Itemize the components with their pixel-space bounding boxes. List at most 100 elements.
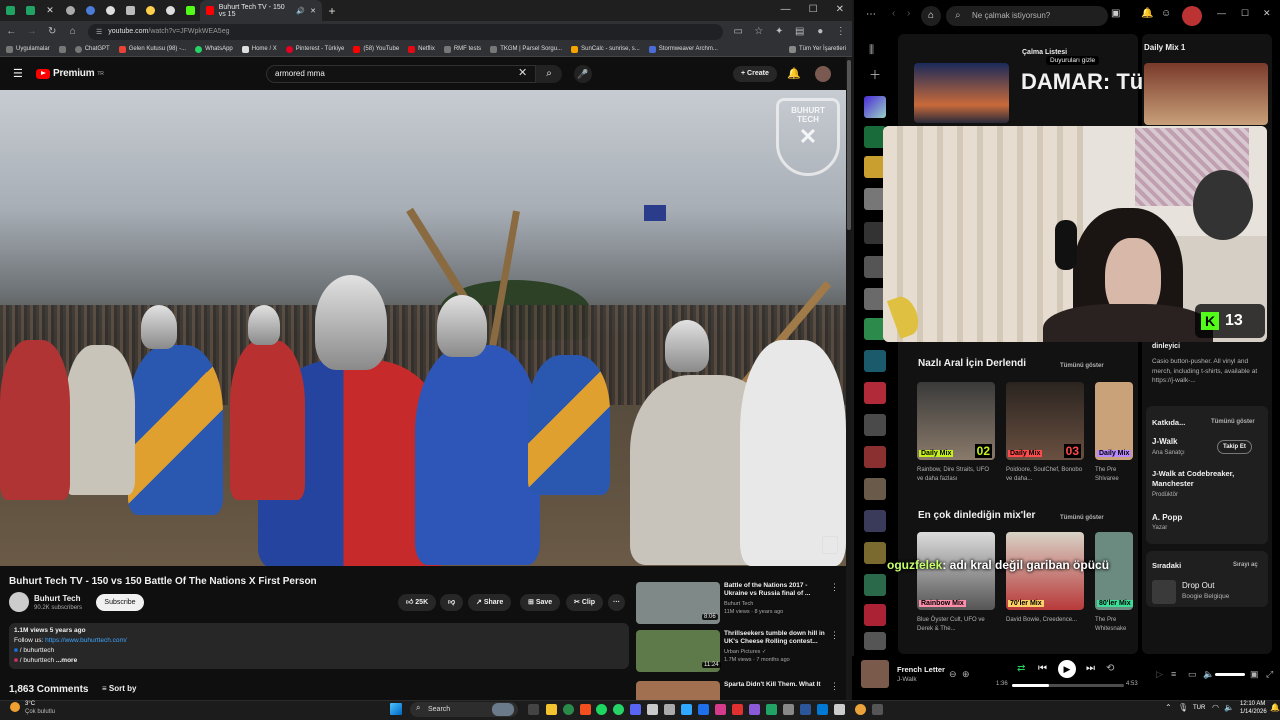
photoshop-icon[interactable] <box>681 704 692 715</box>
tab-5[interactable] <box>80 0 100 21</box>
library-item[interactable] <box>864 478 886 500</box>
bookmark-item[interactable]: Netflix <box>408 45 435 53</box>
tab-1[interactable] <box>0 0 20 21</box>
remove-icon[interactable]: ⊖ <box>949 669 957 680</box>
chrome-active-icon[interactable] <box>855 704 866 715</box>
all-bookmarks[interactable]: Tüm Yer İşaretleri <box>788 45 846 53</box>
liked-songs-icon[interactable] <box>864 96 886 118</box>
save-button[interactable]: ⊞ Save <box>520 594 561 611</box>
clip-button[interactable]: ✂ Clip <box>566 594 604 611</box>
wifi-icon[interactable]: ◠ <box>1212 703 1219 712</box>
friends-icon[interactable]: ☺ <box>1161 8 1171 19</box>
section-title[interactable]: En çok dinlediğin mix'ler <box>918 510 1035 521</box>
channel-avatar[interactable] <box>9 592 29 612</box>
shuffle-icon[interactable]: ⇄ <box>1017 663 1025 674</box>
forward-icon[interactable]: → <box>27 26 38 37</box>
office-icon[interactable] <box>580 704 591 715</box>
related-title[interactable]: Battle of the Nations 2017 - Ukraine vs … <box>724 582 826 598</box>
description-instagram[interactable]: ■ / buhurttech ...more <box>14 656 624 666</box>
website-link[interactable]: https://www.buhurttech.com/ <box>45 637 127 644</box>
progress-bar[interactable] <box>1012 684 1124 687</box>
related-title[interactable]: Sparta Didn't Kill Them. What It <box>724 681 826 689</box>
video-thumbnail[interactable] <box>636 681 720 700</box>
more-options-icon[interactable]: ⋮ <box>830 630 839 641</box>
profile-icon[interactable]: ● <box>815 26 826 37</box>
word-icon[interactable] <box>800 704 811 715</box>
library-item[interactable] <box>864 414 886 436</box>
play-button[interactable]: ▶ <box>1058 660 1076 678</box>
repeat-icon[interactable]: ⟲ <box>1106 663 1114 674</box>
library-item[interactable] <box>864 632 886 650</box>
bookmark-item[interactable]: Gelen Kutusu (98) -... <box>118 45 186 53</box>
now-playing-artist[interactable]: J-Walk <box>897 676 917 683</box>
tray-chevron-icon[interactable]: ⌃ <box>1165 703 1172 712</box>
open-queue-link[interactable]: Sırayı aç <box>1233 562 1258 568</box>
clock-time[interactable]: 12:10 AM <box>1240 701 1265 707</box>
mix-card[interactable]: Daily Mix 02 <box>917 382 995 460</box>
library-item[interactable] <box>864 350 886 372</box>
browse-icon[interactable]: ▣ <box>1111 8 1120 19</box>
minimize-icon[interactable]: — <box>781 4 791 15</box>
queue-cover[interactable] <box>1152 580 1176 604</box>
extensions-icon[interactable]: ✦ <box>774 26 785 37</box>
voice-search-icon[interactable]: 🎤 <box>574 65 592 83</box>
bookmark-item[interactable]: Pinterest - Türkiye <box>285 45 344 53</box>
credit-name[interactable]: J-Walk <box>1152 437 1178 446</box>
minimize-icon[interactable]: — <box>1217 8 1226 18</box>
hamburger-menu-icon[interactable]: ☰ <box>13 67 23 80</box>
tab-2[interactable] <box>20 0 40 21</box>
site-info-icon[interactable]: ☰ <box>96 28 102 36</box>
new-tab-button[interactable]: + <box>322 0 342 21</box>
see-all-link[interactable]: Tümünü göster <box>1060 363 1104 369</box>
weather-icon[interactable] <box>10 702 20 712</box>
weather-temp[interactable]: 3°C <box>25 701 35 707</box>
bookmark-item[interactable]: SunCalc - sunrise, s... <box>571 45 640 53</box>
library-item[interactable] <box>864 510 886 532</box>
create-playlist-icon[interactable]: ＋ <box>869 66 881 83</box>
notifications-icon[interactable]: 🔔 <box>1270 703 1280 712</box>
follow-button[interactable]: Takip Et <box>1217 440 1252 454</box>
show-more-link[interactable]: ...more <box>56 657 77 664</box>
clear-search-icon[interactable]: ✕ <box>518 66 527 79</box>
mix-card[interactable]: Daily Mix <box>1095 382 1133 460</box>
search-highlight-icon[interactable] <box>492 703 514 716</box>
file-explorer-icon[interactable] <box>546 704 557 715</box>
windows-start-icon[interactable] <box>390 703 402 715</box>
tab-3[interactable]: ✕ <box>40 0 60 21</box>
app-icon[interactable] <box>732 704 743 715</box>
app-icon[interactable] <box>698 704 709 715</box>
create-button[interactable]: + Create <box>733 66 777 82</box>
tab-7[interactable] <box>120 0 140 21</box>
volume-icon[interactable]: 🔈 <box>1203 669 1214 680</box>
fullscreen-icon[interactable]: ⤢ <box>1266 669 1273 680</box>
app-icon[interactable] <box>872 704 883 715</box>
back-icon[interactable]: ← <box>6 26 17 37</box>
bookmark-grid[interactable] <box>58 45 66 53</box>
home-icon[interactable]: ⌂ <box>68 26 79 37</box>
channel-watermark-icon[interactable] <box>822 536 838 554</box>
youtube-logo[interactable]: Premium TR <box>36 68 104 79</box>
sort-comments-button[interactable]: ≡ Sort by <box>102 684 136 693</box>
forward-icon[interactable]: › <box>907 8 910 19</box>
app-icon[interactable] <box>817 704 828 715</box>
cast-icon[interactable]: ▭ <box>733 26 744 37</box>
close-icon[interactable]: ✕ <box>1263 8 1271 19</box>
more-actions-button[interactable]: ··· <box>608 594 625 611</box>
bookmark-item[interactable]: Uygulamalar <box>6 45 50 53</box>
bookmark-item[interactable]: ChatGPT <box>74 45 110 53</box>
now-playing-art[interactable] <box>861 660 889 688</box>
related-video[interactable]: 11:24 Thrillseekers tumble down hill in … <box>636 630 839 672</box>
more-options-icon[interactable]: ⋮ <box>830 582 839 593</box>
spotify-search-input[interactable]: Ne çalmak istiyorsun? <box>946 6 1108 26</box>
queue-song[interactable]: Drop Out <box>1182 581 1214 590</box>
reload-icon[interactable]: ↻ <box>47 26 58 37</box>
weather-desc[interactable]: Çok bulutlu <box>25 709 55 715</box>
reading-icon[interactable]: ▤ <box>795 26 806 37</box>
url-field[interactable]: ☰ youtube.com/watch?v=JFWpkWEA5eg <box>88 23 723 40</box>
credit-name[interactable]: J-Walk at Codebreaker, Manchester <box>1152 469 1262 489</box>
app-icon[interactable] <box>749 704 760 715</box>
add-icon[interactable]: ⊕ <box>962 669 970 680</box>
next-icon[interactable]: ⏭ <box>1086 663 1095 674</box>
library-item[interactable] <box>864 446 886 468</box>
now-playing-song[interactable]: French Letter <box>897 665 945 674</box>
